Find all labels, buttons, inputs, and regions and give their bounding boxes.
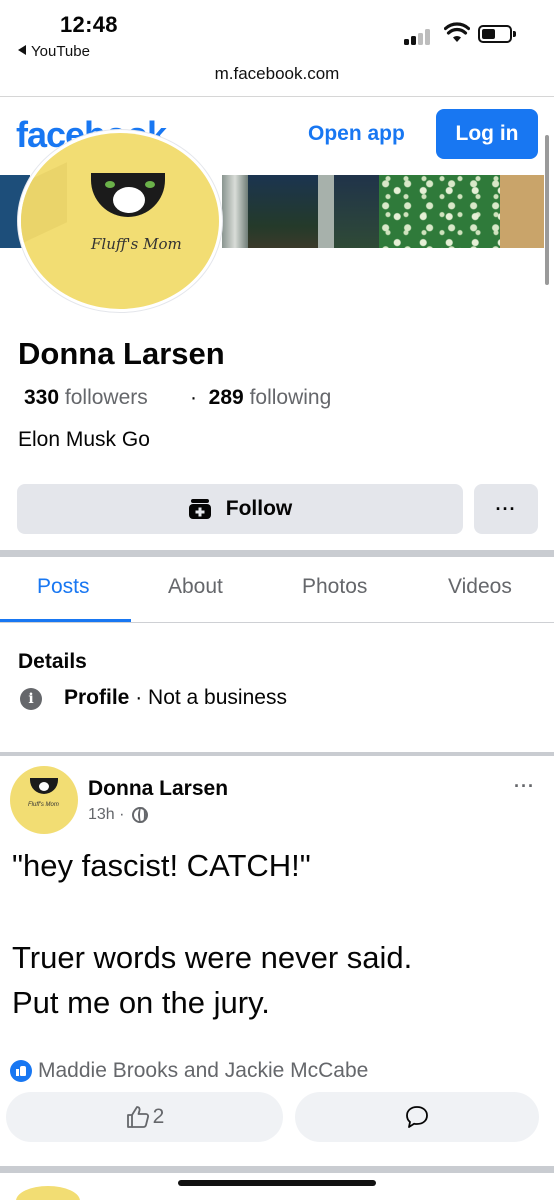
post-author-name[interactable]: Donna Larsen	[88, 777, 228, 801]
back-to-app-link[interactable]: YouTube	[18, 43, 90, 60]
section-divider	[0, 550, 554, 557]
details-separator: ·	[129, 686, 149, 709]
post-time[interactable]: 13h	[88, 806, 115, 824]
cellular-signal-icon	[404, 27, 434, 45]
tab-photos[interactable]: Photos	[302, 575, 367, 599]
tab-videos[interactable]: Videos	[448, 575, 512, 599]
following-number: 289	[208, 386, 244, 409]
globe-icon	[132, 807, 149, 823]
follow-label: Follow	[225, 497, 293, 520]
post-avatar-text: Fluff's Mom	[28, 802, 59, 808]
next-post-avatar[interactable]	[16, 1186, 80, 1200]
post-text-line: "hey fascist! CATCH!"	[12, 848, 311, 883]
profile-picture[interactable]: Fluff's Mom	[18, 130, 222, 312]
profile-more-button[interactable]: ···	[474, 484, 538, 534]
details-key: Profile	[64, 686, 130, 709]
comment-button[interactable]	[295, 1092, 539, 1142]
open-app-link[interactable]: Open app	[308, 122, 405, 146]
post-text-line: Truer words were never said.	[12, 940, 413, 975]
profile-name: Donna Larsen	[18, 336, 225, 371]
post-text-line: Put me on the jury.	[12, 985, 270, 1020]
post-meta-separator: ·	[119, 806, 125, 823]
status-time: 12:48	[60, 12, 118, 37]
address-bar-url[interactable]: m.facebook.com	[0, 64, 554, 84]
active-tab-indicator	[0, 619, 131, 622]
follow-button[interactable]: Follow	[17, 484, 463, 534]
info-icon: i	[20, 688, 42, 710]
followers-number: 330	[24, 386, 60, 409]
back-arrow-icon	[18, 45, 26, 55]
battery-icon	[478, 25, 516, 43]
like-count: 2	[152, 1105, 165, 1128]
scrollbar[interactable]	[545, 135, 549, 285]
tab-about[interactable]: About	[168, 575, 223, 599]
followers-count[interactable]: 330 followers	[24, 386, 148, 410]
post-more-button[interactable]: ···	[514, 776, 535, 797]
followers-label: followers	[64, 386, 148, 409]
ios-status-bar: 12:48 YouTube	[0, 0, 554, 62]
section-divider	[0, 752, 554, 756]
tab-posts[interactable]: Posts	[37, 575, 90, 599]
details-heading: Details	[18, 650, 87, 673]
post-reactions[interactable]: Maddie Brooks and Jackie McCabe	[10, 1059, 368, 1083]
section-divider	[0, 1166, 554, 1173]
comment-icon	[406, 1106, 428, 1128]
like-button[interactable]: 2	[6, 1092, 283, 1142]
following-count[interactable]: · 289 following	[190, 386, 331, 410]
wifi-icon	[444, 22, 470, 42]
like-reaction-icon	[10, 1060, 32, 1082]
profile-tabs: Posts About Photos Videos	[0, 557, 554, 623]
post-meta: 13h ·	[88, 806, 149, 824]
profile-bio: Elon Musk Go	[18, 428, 150, 451]
details-profile-row: Profile · Not a business	[64, 686, 287, 710]
following-label: following	[249, 386, 332, 409]
home-indicator[interactable]	[178, 1180, 376, 1186]
login-button[interactable]: Log in	[436, 109, 538, 159]
back-app-label: YouTube	[31, 43, 90, 60]
reactions-names: Maddie Brooks and Jackie McCabe	[38, 1059, 369, 1082]
post-author-avatar[interactable]: Fluff's Mom	[10, 766, 78, 834]
thumbs-up-icon	[126, 1106, 149, 1128]
user-plus-icon	[188, 499, 211, 519]
avatar-shirt-text: Fluff's Mom	[91, 235, 182, 253]
details-value: Not a business	[148, 686, 287, 709]
